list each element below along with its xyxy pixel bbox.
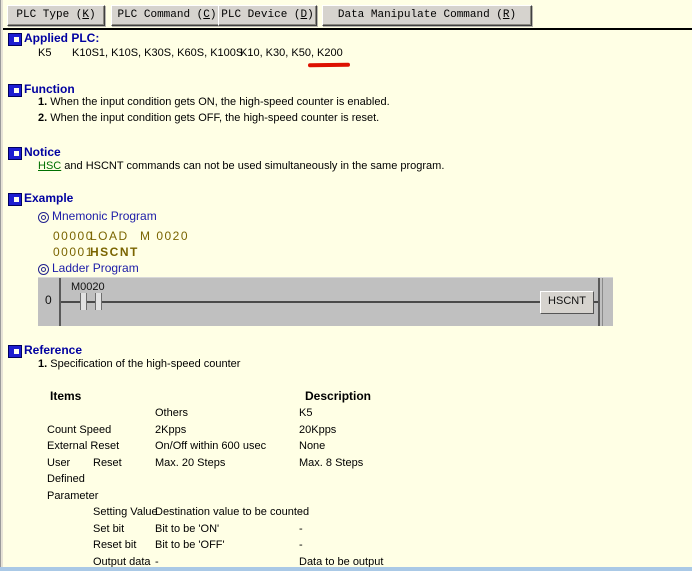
window-bottom-edge — [0, 567, 692, 571]
instruction: LOAD — [90, 229, 129, 243]
rung-wire — [61, 301, 598, 303]
data-manipulate-command-button[interactable]: Data Manipulate Command (R) — [322, 5, 532, 26]
spec-cell: 2Kpps — [155, 424, 186, 436]
book-icon — [8, 193, 22, 206]
contact-label: M0020 — [71, 281, 105, 293]
spec-cell: Max. 8 Steps — [299, 457, 363, 469]
spec-cell: Reset — [93, 457, 122, 469]
spec-cell: 20Kpps — [299, 424, 336, 436]
table-row: User Reset Max. 20 Steps Max. 8 Steps — [0, 457, 692, 474]
button-label: PLC Device ( — [221, 9, 300, 21]
no-contact-symbol — [80, 293, 87, 310]
hsc-link[interactable]: HSC — [38, 160, 61, 172]
step-address: 00000 — [53, 229, 94, 243]
section-title-applied-plc: Applied PLC: — [24, 31, 99, 45]
plc-help-page: PLC Type (K) PLC Command (C) PLC Device … — [0, 0, 692, 571]
instruction: HSCNT — [90, 245, 139, 259]
spec-cell: Destination value to be counted — [155, 506, 309, 518]
spec-cell: - — [299, 539, 303, 551]
bullseye-icon — [38, 212, 49, 223]
table-row: Setting ValueDestination value to be cou… — [0, 506, 692, 523]
table-row: Count Speed 2Kpps 20Kpps — [0, 424, 692, 441]
spec-cell: Others — [155, 407, 188, 419]
mnemonic-key: K — [82, 9, 89, 21]
spec-cell: - — [155, 556, 159, 568]
section-title-function: Function — [24, 82, 75, 96]
list-text: When the input condition gets ON, the hi… — [50, 96, 389, 108]
plc-device-button[interactable]: PLC Device (D) — [218, 5, 317, 26]
section-title-example: Example — [24, 191, 73, 205]
button-label: PLC Type ( — [16, 9, 82, 21]
plc-model-group: K10S1, K10S, K30S, K60S, K100S — [72, 47, 243, 59]
reference-item: 1. Specification of the high-speed count… — [38, 358, 240, 370]
spec-cell: Setting Value — [93, 506, 158, 518]
table-row: External Reset On/Off within 600 usec None — [0, 440, 692, 457]
mnemonic-key: R — [503, 9, 510, 21]
list-text: Specification of the high-speed counter — [50, 358, 240, 370]
book-icon — [8, 84, 22, 97]
notice-rest: and HSCNT commands can not be used simul… — [61, 160, 444, 172]
table-header-description: Description — [305, 389, 371, 403]
table-row: Set bit Bit to be 'ON' - — [0, 523, 692, 540]
ladder-program-label: Ladder Program — [52, 261, 139, 275]
plc-model-group: K10, K30, K50, K200 — [240, 47, 343, 59]
spec-cell: Max. 20 Steps — [155, 457, 225, 469]
spec-cell: Bit to be 'OFF' — [155, 539, 225, 551]
step-address: 00001 — [53, 245, 94, 259]
spec-cell: K5 — [299, 407, 312, 419]
spec-cell: Set bit — [93, 523, 124, 535]
notice-text: HSC and HSCNT commands can not be used s… — [38, 160, 444, 172]
spec-cell: User — [47, 457, 70, 469]
plc-command-button[interactable]: PLC Command (C) — [111, 5, 223, 26]
operand: M 0020 — [140, 229, 189, 243]
spec-cell: - — [299, 523, 303, 535]
table-row: Others K5 — [0, 407, 692, 424]
toolbar: PLC Type (K) PLC Command (C) PLC Device … — [0, 0, 692, 28]
book-icon — [8, 345, 22, 358]
spec-cell: External Reset — [47, 440, 119, 452]
spec-cell: On/Off within 600 usec — [155, 440, 266, 452]
table-row: Defined — [0, 473, 692, 490]
plc-type-button[interactable]: PLC Type (K) — [7, 5, 105, 26]
list-number: 1. — [38, 358, 47, 370]
spec-table: Others K5 Count Speed 2Kpps 20Kpps External… — [0, 407, 692, 572]
list-number: 2. — [38, 112, 47, 124]
function-item: 1. When the input condition gets ON, the… — [38, 96, 390, 108]
plc-model-group: K5 — [38, 47, 51, 59]
bullseye-icon — [38, 264, 49, 275]
spec-cell: Bit to be 'ON' — [155, 523, 219, 535]
right-power-rail — [598, 278, 600, 326]
list-number: 1. — [38, 96, 47, 108]
spec-cell: Data to be output — [299, 556, 383, 568]
table-row: Parameter — [0, 490, 692, 507]
table-header-items: Items — [50, 389, 81, 403]
spec-cell: Count Speed — [47, 424, 111, 436]
list-text: When the input condition gets OFF, the h… — [50, 112, 379, 124]
rung-number: 0 — [45, 293, 52, 307]
book-icon — [8, 33, 22, 46]
spec-cell: None — [299, 440, 325, 452]
toolbar-separator — [0, 28, 692, 30]
spec-cell: - — [299, 506, 303, 518]
ladder-diagram: 0 M0020 HSCNT — [38, 277, 613, 326]
spec-cell: Reset bit — [93, 539, 136, 551]
function-item: 2. When the input condition gets OFF, th… — [38, 112, 379, 124]
button-label: PLC Command ( — [117, 9, 203, 21]
no-contact-symbol — [95, 293, 102, 310]
mnemonic-program-label: Mnemonic Program — [52, 209, 157, 223]
window-left-edge-highlight — [1, 0, 3, 571]
spec-cell: Parameter — [47, 490, 98, 502]
spec-cell: Defined — [47, 473, 85, 485]
mnemonic-key: C — [203, 9, 210, 21]
table-row: Reset bit Bit to be 'OFF' - — [0, 539, 692, 556]
right-power-rail-shadow — [602, 278, 603, 326]
red-underline-annotation — [308, 63, 350, 67]
section-title-notice: Notice — [24, 145, 61, 159]
section-title-reference: Reference — [24, 343, 82, 357]
button-label: Data Manipulate Command ( — [338, 9, 503, 21]
book-icon — [8, 147, 22, 160]
spec-cell: Output data — [93, 556, 151, 568]
output-instruction-box: HSCNT — [540, 291, 594, 314]
